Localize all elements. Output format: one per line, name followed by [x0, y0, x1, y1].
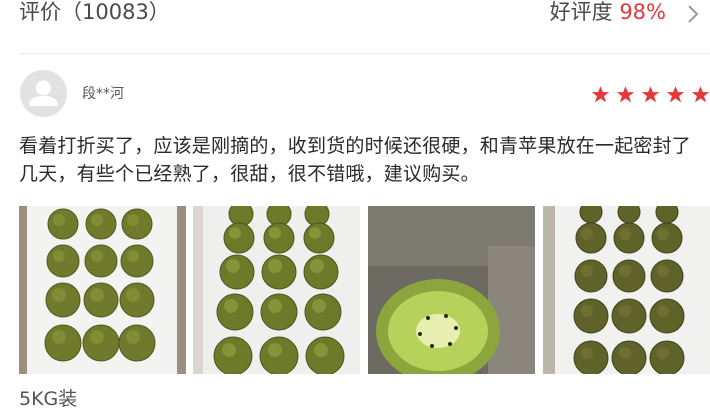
- chevron-right-icon[interactable]: [682, 3, 704, 25]
- review-photos: [19, 206, 710, 374]
- positive-rate-label: 好评度: [549, 0, 613, 24]
- reviews-count-title: 评价（10083）: [19, 0, 170, 24]
- divider: [19, 53, 710, 54]
- review-text: 看着打折买了，应该是刚摘的，收到货的时候还很硬，和青苹果放在一起密封了几天，有些…: [19, 135, 692, 185]
- kiwi-grid: [44, 208, 156, 362]
- photo-kiwis-tray-3[interactable]: [543, 206, 710, 374]
- star-rating: [591, 85, 710, 105]
- photo-kiwis-tray-2[interactable]: [193, 206, 360, 374]
- photo-kiwis-tray-1[interactable]: [19, 206, 186, 374]
- positive-rate: 好评度 98%: [550, 0, 666, 28]
- positive-rate-value: 98%: [619, 0, 666, 24]
- star-icon: [616, 86, 635, 103]
- reviewer-name: 段**河: [82, 86, 124, 102]
- star-icon: [691, 86, 710, 103]
- user-avatar-icon[interactable]: [20, 70, 67, 117]
- star-icon: [591, 86, 610, 103]
- star-icon: [641, 86, 660, 103]
- star-icon: [666, 86, 685, 103]
- product-spec: 5KG装: [19, 388, 78, 410]
- photo-kiwi-cut[interactable]: [368, 206, 535, 374]
- review-summary-header[interactable]: 评价（10083） 好评度 98%: [0, 0, 710, 52]
